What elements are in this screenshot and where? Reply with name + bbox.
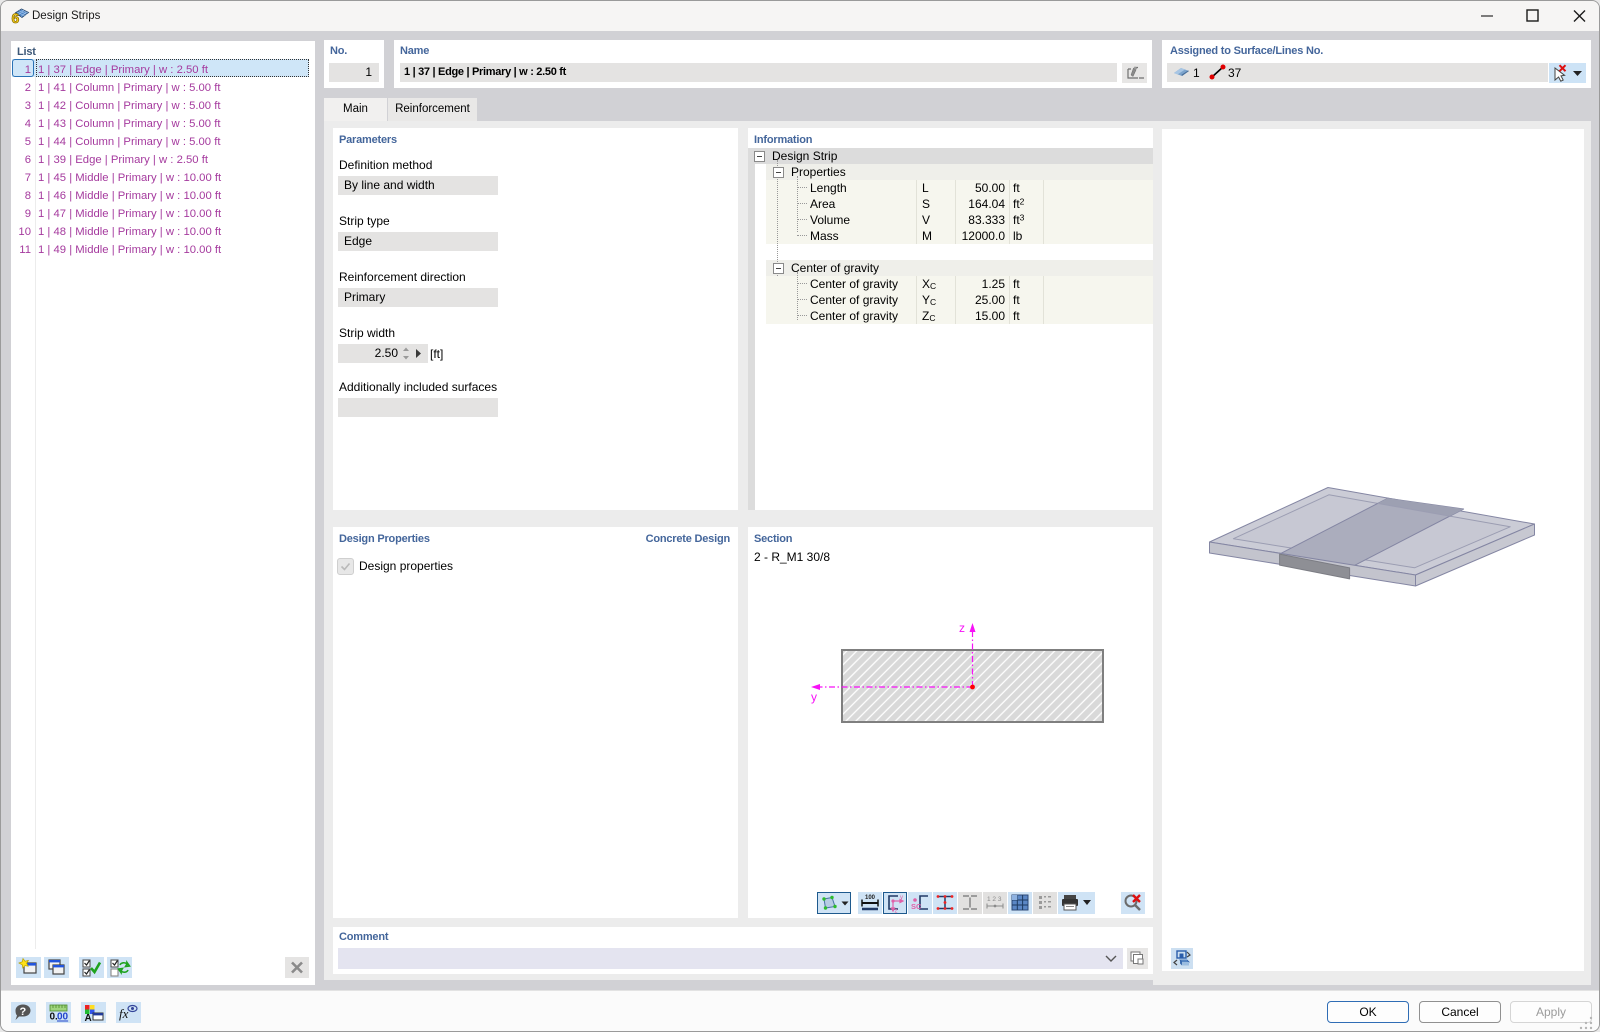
svg-text:A: A (85, 1013, 92, 1023)
svg-text:1 2 3: 1 2 3 (987, 896, 1002, 903)
svg-text:00: 00 (57, 1012, 69, 1023)
svg-text:?: ? (20, 1006, 27, 1018)
svg-text:y: y (900, 895, 903, 901)
svg-text:6: 6 (12, 10, 20, 26)
svg-text:z: z (895, 909, 898, 914)
svg-text:1: 1 (1193, 66, 1200, 80)
svg-text:fx: fx (119, 1006, 129, 1021)
svg-text:37: 37 (1228, 66, 1242, 80)
svg-text:100: 100 (865, 895, 876, 901)
svg-text:SC: SC (911, 902, 922, 911)
